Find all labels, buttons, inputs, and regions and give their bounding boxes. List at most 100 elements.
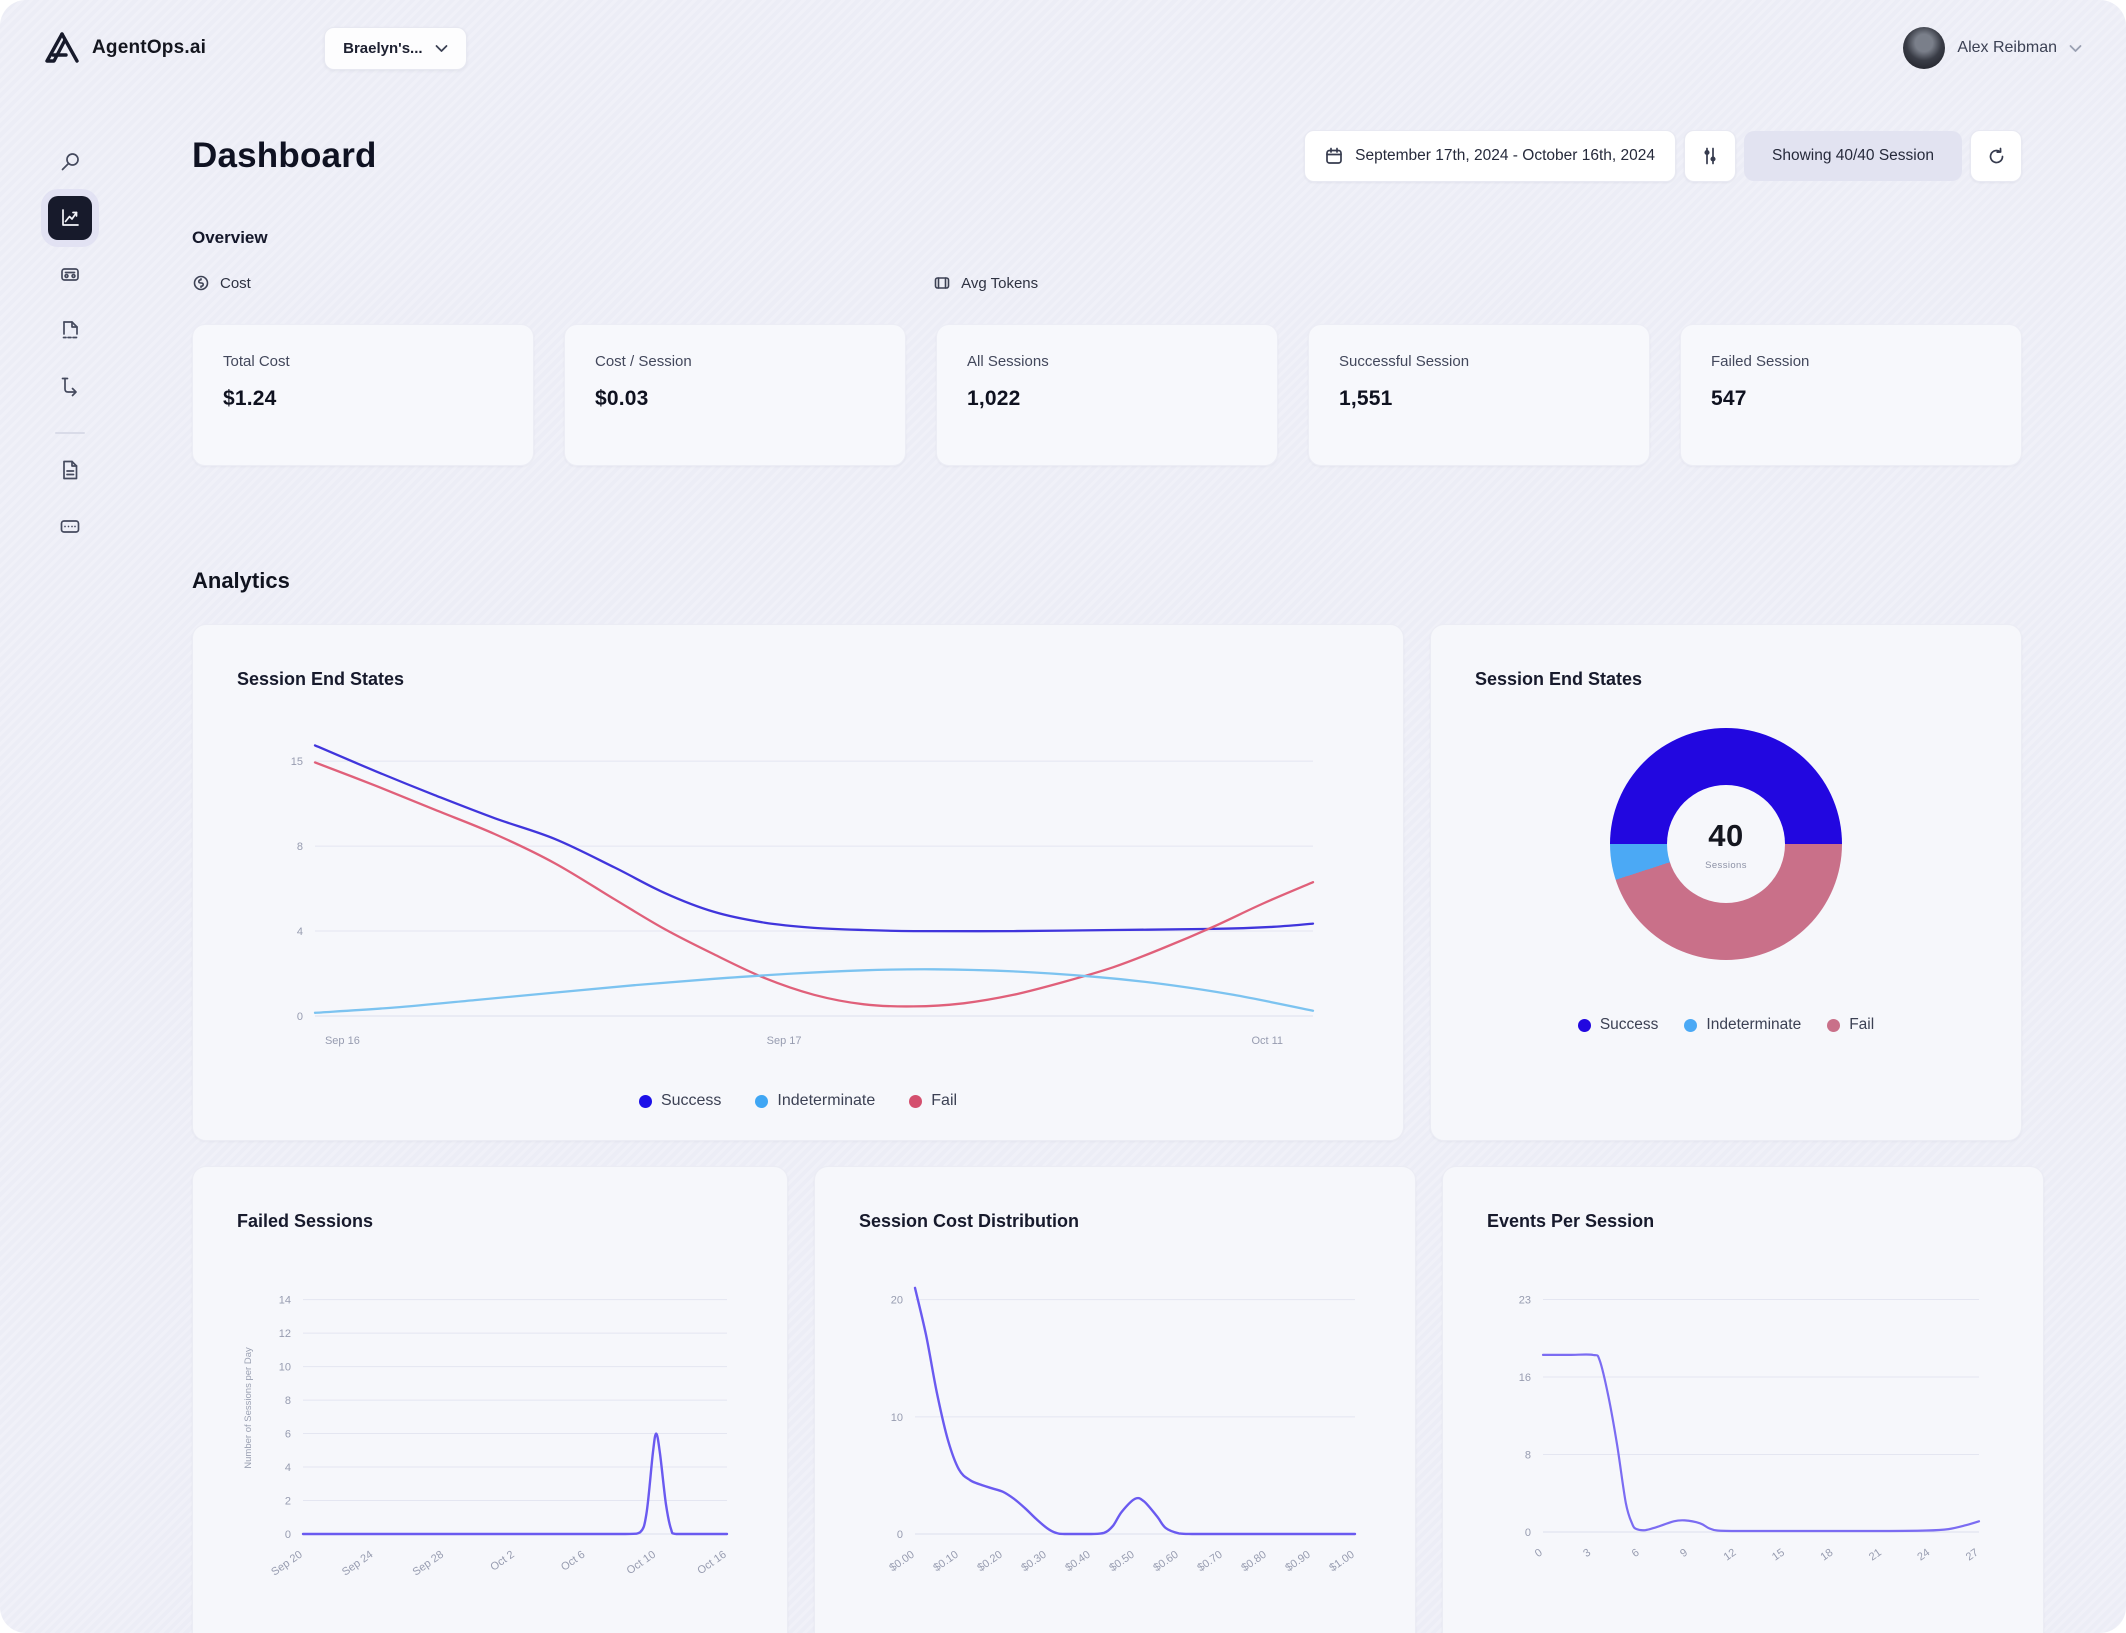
legend-label: Fail	[931, 1092, 958, 1109]
date-range-picker[interactable]: September 17th, 2024 - October 16th, 202…	[1304, 130, 1676, 182]
events-per-session-chart: 0 8 16 23 0 3 6 9 12 15 18 21 24 27	[1487, 1266, 1999, 1602]
legend-item-indeterminate[interactable]: Indeterminate	[1684, 1016, 1801, 1034]
stat-card-failed-session[interactable]: Failed Session 547	[1680, 324, 2022, 466]
stat-card-successful-session[interactable]: Successful Session 1,551	[1308, 324, 1650, 466]
svg-text:Number of Sessions per Day: Number of Sessions per Day	[243, 1347, 254, 1469]
legend-item-fail[interactable]: Fail	[1827, 1016, 1874, 1034]
user-name: Alex Reibman	[1957, 39, 2057, 56]
svg-text:Oct 11: Oct 11	[1251, 1035, 1283, 1047]
header-controls: September 17th, 2024 - October 16th, 202…	[1304, 130, 2022, 182]
stat-card-total-cost[interactable]: Total Cost $1.24	[192, 324, 534, 466]
calendar-icon	[1326, 147, 1342, 164]
refresh-icon	[1989, 147, 2003, 163]
toggle-avg-tokens[interactable]: Avg Tokens	[933, 274, 1038, 292]
analytics-chart-icon	[62, 209, 79, 226]
traces-branch-icon	[61, 377, 77, 397]
svg-text:23: 23	[1519, 1295, 1531, 1307]
workspace-selector[interactable]: Braelyn's...	[324, 26, 467, 70]
stat-label: All Sessions	[967, 353, 1049, 370]
page-header: Dashboard September 17th, 2024 - October…	[192, 130, 2022, 182]
card-failed-sessions: Failed Sessions 0 2 4 6 8 10 12 14 Sep 20 Sep 24 S…	[192, 1166, 788, 1633]
toggle-cost[interactable]: Cost	[192, 274, 251, 292]
svg-text:9: 9	[1678, 1547, 1690, 1560]
sidebar-item-search[interactable]	[48, 140, 92, 184]
docs-file-icon	[63, 460, 78, 480]
legend-label: Success	[660, 1092, 722, 1109]
chart-title: Session End States	[237, 669, 405, 689]
stat-card-all-sessions[interactable]: All Sessions 1,022	[936, 324, 1278, 466]
svg-text:6: 6	[285, 1429, 291, 1441]
svg-text:10: 10	[891, 1412, 903, 1424]
sidebar-item-docs[interactable]	[48, 448, 92, 492]
stat-cards: Total Cost $1.24 Cost / Session $0.03 Al…	[192, 324, 2022, 466]
chevron-down-icon	[435, 44, 447, 52]
donut-center: 40 Sessions	[1667, 785, 1785, 903]
legend-label: Success	[1599, 1016, 1659, 1033]
chevron-down-icon	[2069, 44, 2082, 52]
events-per-session-svg: 0 8 16 23 0 3 6 9 12 15 18 21 24 27	[1519, 1295, 1981, 1564]
user-menu[interactable]: Alex Reibman	[1903, 27, 2082, 69]
api-keys-card-icon	[60, 520, 80, 533]
svg-text:$0.90: $0.90	[1283, 1549, 1312, 1575]
svg-text:8: 8	[285, 1395, 291, 1407]
svg-text:0: 0	[897, 1529, 903, 1541]
toggle-avg-tokens-label: Avg Tokens	[961, 274, 1039, 292]
toggle-cost-label: Cost	[220, 274, 251, 292]
sidebar	[0, 96, 140, 1633]
legend-item-fail[interactable]: Fail	[909, 1092, 957, 1110]
showing-sessions-badge[interactable]: Showing 40/40 Session	[1743, 131, 1962, 181]
svg-text:$0.20: $0.20	[975, 1549, 1004, 1575]
showing-sessions-text: Showing 40/40 Session	[1771, 147, 1934, 164]
refresh-button[interactable]	[1970, 130, 2022, 182]
coin-icon	[193, 275, 209, 291]
stat-card-cost-per-session[interactable]: Cost / Session $0.03	[564, 324, 906, 466]
svg-text:Sep 24: Sep 24	[340, 1549, 375, 1579]
failed-sessions-chart: 0 2 4 6 8 10 12 14 Sep 20 Sep 24 Sep 28 Oct 2 Oct 6 O…	[237, 1266, 743, 1622]
legend-dot	[909, 1094, 923, 1108]
svg-text:15: 15	[291, 756, 303, 768]
card-events-per-session: Events Per Session 0 8 16 23 0 3 6 9 12 15 18 21 24 2…	[1442, 1166, 2044, 1633]
chart-title: Events Per Session	[1487, 1211, 1655, 1231]
analytics-heading: Analytics	[192, 568, 290, 593]
svg-text:Sep 17: Sep 17	[767, 1035, 802, 1047]
session-end-states-line-svg: 0 4 8 15 Sep 16 Sep 17 Oct 11	[291, 744, 1315, 1047]
sidebar-item-analytics[interactable]	[48, 196, 92, 240]
svg-text:$0.30: $0.30	[1019, 1549, 1048, 1575]
sliders-icon	[1704, 147, 1716, 165]
donut-center-label: Sessions	[1705, 859, 1747, 871]
workspace-name: Braelyn's...	[343, 39, 423, 57]
svg-text:6: 6	[1630, 1547, 1642, 1560]
donut-center-value: 40	[1708, 817, 1744, 853]
sidebar-item-logs[interactable]	[48, 308, 92, 352]
series-indeterminate	[313, 968, 1315, 1014]
card-session-end-states-donut: Session End States 40 Sessions Success In…	[1430, 624, 2022, 1141]
legend-item-success[interactable]: Success	[638, 1092, 722, 1110]
series-events	[1541, 1353, 1981, 1533]
filter-button[interactable]	[1683, 130, 1736, 182]
svg-text:8: 8	[297, 841, 303, 853]
svg-text:12: 12	[279, 1328, 291, 1340]
sidebar-item-traces[interactable]	[48, 364, 92, 408]
legend-label: Indeterminate	[1706, 1016, 1802, 1033]
svg-text:2: 2	[285, 1496, 291, 1508]
agentops-logo-icon	[45, 32, 79, 63]
stat-value: $0.03	[595, 387, 649, 410]
tokens-icon	[934, 277, 950, 289]
session-cost-distribution-chart: 0 10 20 $0.00 $0.10 $0.20 $0.30 $0.40 $0.50 $0.60…	[859, 1266, 1371, 1622]
stat-label: Successful Session	[1339, 353, 1470, 370]
chart-title: Session Cost Distribution	[859, 1211, 1080, 1231]
svg-text:Oct 6: Oct 6	[559, 1549, 587, 1574]
legend-item-success[interactable]: Success	[1577, 1016, 1659, 1034]
svg-text:$0.70: $0.70	[1195, 1549, 1224, 1575]
stat-label: Failed Session	[1711, 353, 1810, 370]
svg-text:$1.00: $1.00	[1327, 1549, 1356, 1575]
sidebar-item-api-keys[interactable]	[48, 504, 92, 548]
svg-text:0: 0	[1533, 1547, 1545, 1560]
svg-text:21: 21	[1867, 1547, 1884, 1564]
legend-item-indeterminate[interactable]: Indeterminate	[755, 1092, 875, 1110]
sidebar-item-sessions[interactable]	[48, 252, 92, 296]
legend-dot	[755, 1094, 769, 1108]
legend-dot	[1684, 1018, 1698, 1032]
svg-text:Oct 2: Oct 2	[488, 1549, 516, 1574]
svg-text:8: 8	[1525, 1450, 1531, 1462]
